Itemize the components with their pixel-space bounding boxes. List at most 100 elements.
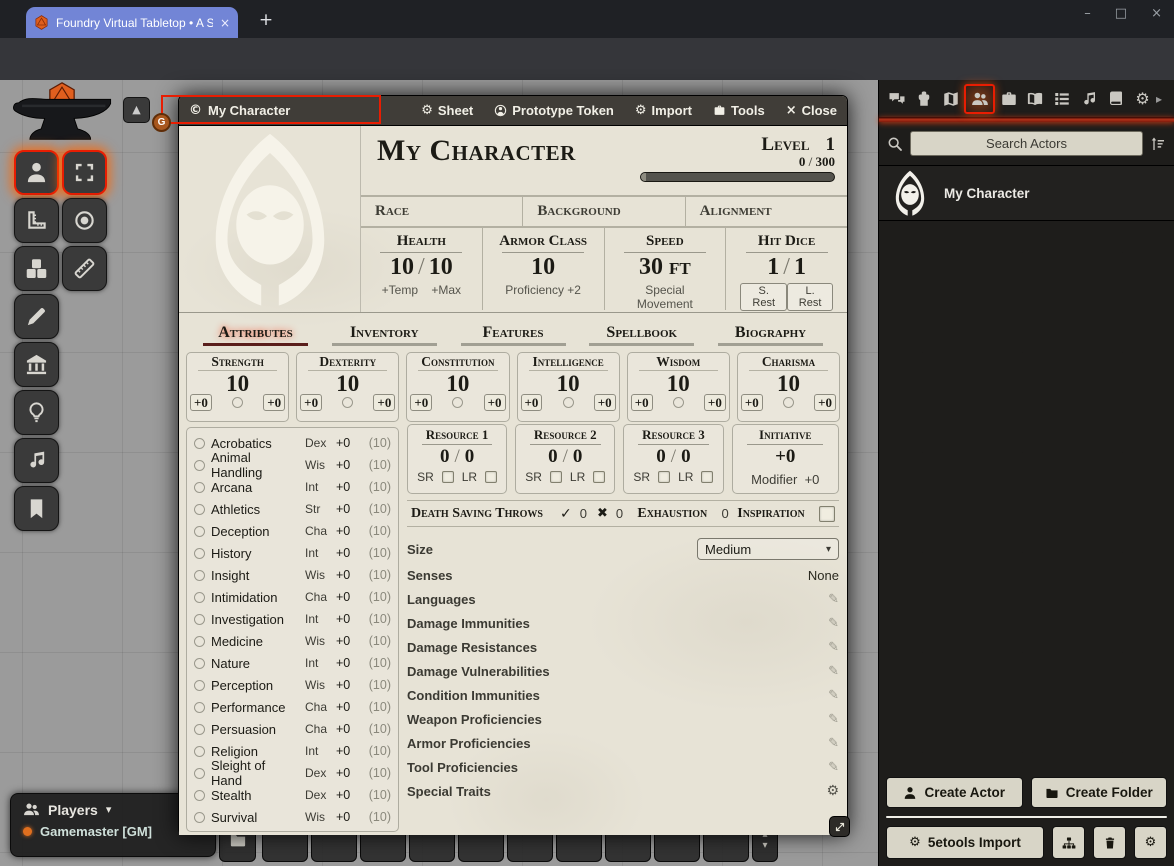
ability-modifier[interactable]: +0 — [300, 394, 322, 411]
hit-dice-stat[interactable]: Hit Dice 1/1 S. RestL. Rest — [726, 228, 847, 310]
ability-modifier[interactable]: +0 — [190, 394, 212, 411]
tab-spellbook[interactable]: Spellbook — [589, 322, 694, 346]
long-rest-button[interactable]: L. Rest — [787, 283, 833, 311]
resource-value[interactable]: 0 — [548, 446, 558, 467]
ability-modifier[interactable]: +0 — [741, 394, 763, 411]
tool-token-controls[interactable] — [14, 150, 59, 195]
background-field[interactable]: Background — [523, 197, 685, 226]
ability-score[interactable]: 10 — [300, 371, 395, 396]
resource-value[interactable]: 0 — [656, 446, 666, 467]
skill-proficiency-radio[interactable] — [194, 438, 205, 449]
skill-name[interactable]: Investigation — [211, 612, 299, 627]
skill-proficiency-radio[interactable] — [194, 614, 205, 625]
skill-proficiency-radio[interactable] — [194, 504, 205, 515]
skill-proficiency-radio[interactable] — [194, 636, 205, 647]
trait-row[interactable]: Condition Immunities ✎ — [407, 683, 839, 707]
skill-name[interactable]: Animal Handling — [211, 450, 299, 480]
ability-block[interactable]: Intelligence 10 +0 +0 — [517, 352, 620, 422]
lr-checkbox[interactable] — [701, 471, 713, 483]
5etools-import-button[interactable]: ⚙5etools Import — [886, 826, 1044, 859]
actor-list-item[interactable]: My Character — [879, 166, 1174, 221]
skill-row[interactable]: Persuasion Cha +0 (10) — [194, 718, 391, 740]
resource-max[interactable]: 0 — [573, 446, 583, 467]
skill-name[interactable]: Acrobatics — [211, 436, 299, 451]
skill-name[interactable]: Intimidation — [211, 590, 299, 605]
death-fail-count[interactable]: 0 — [616, 506, 623, 521]
resource-label[interactable]: Resource 1 — [408, 427, 506, 443]
tab-tables[interactable] — [1049, 84, 1076, 114]
trait-senses[interactable]: Senses None — [407, 563, 839, 587]
edit-icon[interactable]: ✎ — [828, 712, 839, 727]
skill-row[interactable]: Animal Handling Wis +0 (10) — [194, 454, 391, 476]
new-tab-button[interactable]: + — [254, 8, 278, 32]
skill-proficiency-radio[interactable] — [194, 570, 205, 581]
ability-block[interactable]: Charisma 10 +0 +0 — [737, 352, 840, 422]
tab-settings[interactable]: ⚙ — [1129, 84, 1156, 114]
ability-save[interactable]: +0 — [704, 394, 726, 411]
health-stat[interactable]: Health 10/10 +Temp+Max — [361, 228, 483, 310]
tab-actors[interactable] — [964, 84, 995, 114]
skill-proficiency-radio[interactable] — [194, 592, 205, 603]
speed-stat[interactable]: Speed 30 ft Special Movement — [605, 228, 727, 310]
skill-row[interactable]: Sleight of Hand Dex +0 (10) — [194, 762, 391, 784]
skill-row[interactable]: Stealth Dex +0 (10) — [194, 784, 391, 806]
delete-button[interactable] — [1093, 826, 1126, 859]
hp-max[interactable]: 10 — [429, 254, 453, 280]
hp-temp-label[interactable]: +Temp — [382, 283, 418, 297]
trait-row[interactable]: Damage Vulnerabilities ✎ — [407, 659, 839, 683]
skill-proficiency-radio[interactable] — [194, 768, 205, 779]
tab-features[interactable]: Features — [461, 322, 566, 346]
sr-checkbox[interactable] — [550, 471, 562, 483]
tab-journal[interactable] — [1022, 84, 1049, 114]
armor-class-stat[interactable]: Armor Class 10 Proficiency +2 — [483, 228, 605, 310]
prototype-token-button[interactable]: Prototype Token — [494, 103, 614, 118]
size-select[interactable]: Medium ▾ — [697, 538, 839, 560]
save-proficiency-radio[interactable] — [563, 397, 574, 408]
browser-tab[interactable]: Foundry Virtual Tabletop • A Stan × — [26, 7, 238, 38]
sr-checkbox[interactable] — [658, 471, 670, 483]
death-success-icon[interactable]: ✓ — [560, 506, 572, 522]
skill-name[interactable]: Survival — [211, 810, 299, 825]
skill-row[interactable]: Intimidation Cha +0 (10) — [194, 586, 391, 608]
tab-compendium[interactable] — [1102, 84, 1129, 114]
create-actor-button[interactable]: Create Actor — [886, 777, 1023, 808]
tab-scenes[interactable] — [938, 84, 965, 114]
ability-save[interactable]: +0 — [594, 394, 616, 411]
ability-block[interactable]: Wisdom 10 +0 +0 — [627, 352, 730, 422]
trait-special[interactable]: Special Traits ⚙ — [407, 779, 839, 803]
skill-row[interactable]: Athletics Str +0 (10) — [194, 498, 391, 520]
skill-row[interactable]: History Int +0 (10) — [194, 542, 391, 564]
tab-playlists[interactable] — [1076, 84, 1103, 114]
edit-icon[interactable]: ✎ — [828, 760, 839, 775]
ability-save[interactable]: +0 — [484, 394, 506, 411]
skill-proficiency-radio[interactable] — [194, 526, 205, 537]
skill-name[interactable]: Arcana — [211, 480, 299, 495]
skill-row[interactable]: Performance Cha +0 (10) — [194, 696, 391, 718]
tool-lighting[interactable] — [14, 390, 59, 435]
skill-name[interactable]: Sleight of Hand — [211, 758, 299, 788]
skill-name[interactable]: Stealth — [211, 788, 299, 803]
page-down-icon[interactable]: ▾ — [762, 840, 767, 851]
initiative-box[interactable]: Initiative +0 Modifier +0 — [732, 424, 840, 494]
resource-label[interactable]: Resource 3 — [624, 427, 722, 443]
search-input[interactable] — [910, 131, 1143, 156]
tool-drawings[interactable] — [14, 294, 59, 339]
skill-row[interactable]: Deception Cha +0 (10) — [194, 520, 391, 542]
ability-modifier[interactable]: +0 — [631, 394, 653, 411]
ability-score[interactable]: 10 — [410, 371, 505, 396]
xp-display[interactable]: 0 / 300 — [640, 154, 835, 170]
skill-name[interactable]: Nature — [211, 656, 299, 671]
skill-proficiency-radio[interactable] — [194, 746, 205, 757]
save-proficiency-radio[interactable] — [232, 397, 243, 408]
tab-combat[interactable] — [911, 84, 938, 114]
short-rest-button[interactable]: S. Rest — [740, 283, 787, 311]
trait-row[interactable]: Tool Proficiencies ✎ — [407, 755, 839, 779]
initiative-value[interactable]: +0 — [733, 445, 839, 469]
character-name[interactable]: My Character — [377, 134, 640, 195]
save-proficiency-radio[interactable] — [783, 397, 794, 408]
lr-checkbox[interactable] — [485, 471, 497, 483]
gear-icon[interactable]: ⚙ — [826, 783, 839, 799]
save-proficiency-radio[interactable] — [452, 397, 463, 408]
resource-max[interactable]: 0 — [465, 446, 475, 467]
skill-row[interactable]: Arcana Int +0 (10) — [194, 476, 391, 498]
